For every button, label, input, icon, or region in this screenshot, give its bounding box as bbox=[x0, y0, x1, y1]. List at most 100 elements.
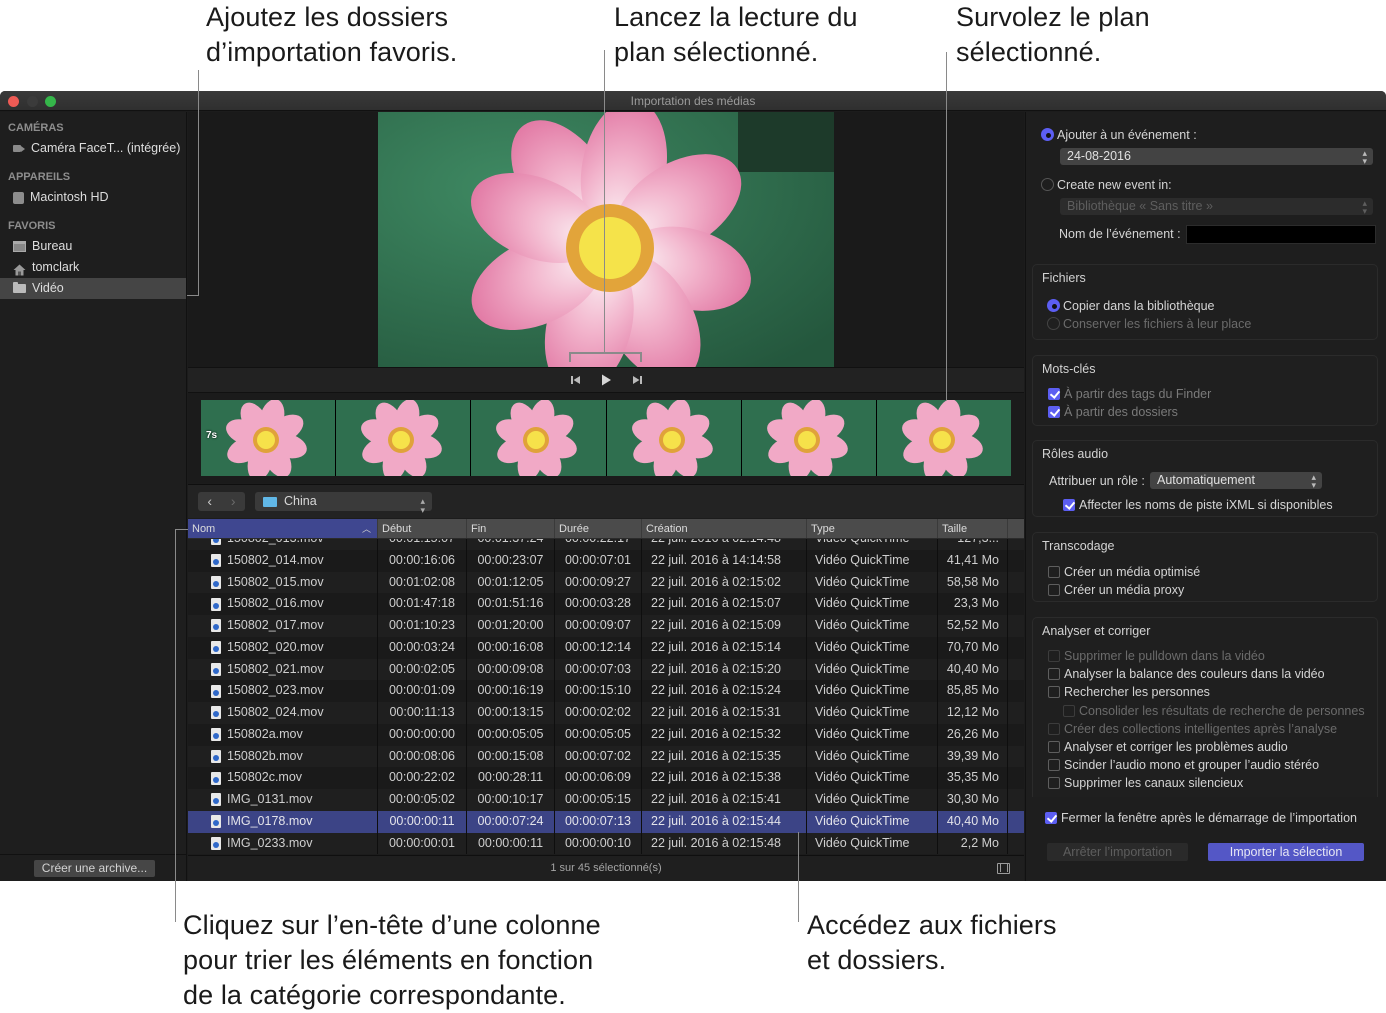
desktop-icon bbox=[13, 241, 26, 252]
analyze-option-checkbox[interactable]: Créer des collections intelligentes aprè… bbox=[1048, 722, 1337, 736]
table-row[interactable]: 150802_024.mov 00:00:11:13 00:00:13:15 00:0… bbox=[188, 702, 1024, 724]
checkbox-unchecked-icon bbox=[1048, 777, 1060, 790]
start-cell: 00:00:00:00 bbox=[378, 723, 467, 746]
up-down-chevron-icon: ▴ ▾ bbox=[420, 496, 425, 515]
callout-leader-line bbox=[640, 352, 642, 362]
filmstrip-frame[interactable] bbox=[876, 400, 1012, 476]
folders-keywords-checkbox[interactable]: À partir des dossiers bbox=[1048, 405, 1178, 419]
sidebar-item-tomclark[interactable]: tomclark bbox=[0, 257, 186, 278]
analyze-option-checkbox[interactable]: Analyser et corriger les problèmes audio bbox=[1048, 740, 1288, 754]
analyze-option-checkbox[interactable]: Scinder l’audio mono et grouper l’audio … bbox=[1048, 758, 1319, 772]
column-header-created[interactable]: Création bbox=[642, 519, 807, 538]
table-row[interactable]: IMG_0233.mov 00:00:00:01 00:00:00:11 00:00:… bbox=[188, 832, 1024, 855]
table-row[interactable]: 150802_015.mov 00:01:02:08 00:01:12:05 00:0… bbox=[188, 571, 1024, 594]
stop-import-button[interactable]: Arrêter l’importation bbox=[1047, 843, 1188, 861]
event-name-field[interactable] bbox=[1186, 225, 1376, 244]
file-name: 150802_021.mov bbox=[227, 661, 324, 676]
checkbox-unchecked-icon bbox=[1063, 704, 1075, 717]
size-cell: 40,40 Mo bbox=[938, 810, 1008, 833]
file-name: IMG_0131.mov bbox=[227, 792, 313, 806]
column-header-name[interactable]: Nom ︿ bbox=[188, 519, 378, 538]
table-row[interactable]: 150802_021.mov 00:00:02:05 00:00:09:08 00:0… bbox=[188, 658, 1024, 681]
table-row[interactable]: 150802_023.mov 00:00:01:09 00:00:16:19 00:0… bbox=[188, 680, 1024, 702]
callout-browse: Accédez aux fichiers et dossiers. bbox=[807, 908, 1057, 978]
type-cell: Vidéo QuickTime bbox=[807, 767, 938, 789]
column-header-size[interactable]: Taille bbox=[938, 519, 1008, 538]
size-cell: 40,40 Mo bbox=[938, 658, 1008, 681]
filmstrip-frame[interactable] bbox=[336, 400, 471, 476]
filmstrip-frame[interactable] bbox=[741, 400, 876, 476]
leave-in-place-option[interactable]: Conserver les fichiers à leur place bbox=[1047, 317, 1251, 331]
column-header-duration[interactable]: Durée bbox=[555, 519, 642, 538]
row-filler bbox=[1008, 746, 1024, 768]
proxy-media-checkbox[interactable]: Créer un média proxy bbox=[1048, 583, 1184, 597]
camera-icon bbox=[13, 145, 25, 152]
end-cell: 00:00:10:17 bbox=[467, 789, 555, 811]
analyze-option-checkbox[interactable]: Rechercher les personnes bbox=[1048, 685, 1210, 699]
zoom-window-button[interactable] bbox=[45, 96, 56, 107]
table-row[interactable]: IMG_0131.mov 00:00:05:02 00:00:10:17 00:00:… bbox=[188, 789, 1024, 811]
forward-button[interactable]: › bbox=[222, 492, 246, 511]
file-list: Nom ︿ Début Fin Durée Création Type Tail… bbox=[188, 519, 1024, 855]
skip-forward-icon[interactable] bbox=[630, 373, 644, 387]
clip-preview[interactable] bbox=[378, 112, 834, 367]
ixml-checkbox[interactable]: Affecter les noms de piste iXML si dispo… bbox=[1063, 498, 1333, 512]
file-name-cell: 150802_017.mov bbox=[188, 615, 378, 637]
keywords-group: Mots-clés À partir des tags du Finder À … bbox=[1032, 355, 1378, 426]
table-row[interactable]: 150802_014.mov 00:00:16:06 00:00:23:07 00:0… bbox=[188, 549, 1024, 572]
file-name: 150802_014.mov bbox=[227, 552, 324, 567]
minimize-window-button[interactable] bbox=[27, 96, 38, 107]
filmstrip-frame[interactable]: 7s bbox=[201, 400, 336, 476]
finder-tags-checkbox[interactable]: À partir des tags du Finder bbox=[1048, 387, 1211, 401]
sidebar-item-facetime-camera[interactable]: Caméra FaceT... (intégrée) bbox=[0, 138, 186, 159]
column-header-start[interactable]: Début bbox=[378, 519, 467, 538]
analyze-option-checkbox[interactable]: Supprimer les canaux silencieux bbox=[1048, 776, 1243, 790]
table-row[interactable]: 150802a.mov 00:00:00:00 00:00:05:05 00:00:0… bbox=[188, 723, 1024, 746]
assign-role-popup[interactable]: Automatiquement ▴ ▾ bbox=[1150, 472, 1322, 490]
close-window-button[interactable] bbox=[8, 96, 19, 107]
lotus-thumbnail bbox=[606, 400, 741, 476]
analyze-option-checkbox[interactable]: Consolider les résultats de recherche de… bbox=[1063, 704, 1365, 718]
filmstrip-frame[interactable] bbox=[471, 400, 606, 476]
folder-popup[interactable]: China ▴ ▾ bbox=[255, 492, 432, 515]
analyze-option-label: Scinder l’audio mono et grouper l’audio … bbox=[1064, 758, 1320, 773]
column-header-type[interactable]: Type bbox=[807, 519, 938, 538]
column-header-end[interactable]: Fin bbox=[467, 519, 555, 538]
table-row[interactable]: 150802_017.mov 00:01:10:23 00:01:20:00 00:0… bbox=[188, 615, 1024, 637]
sidebar-item-label: Bureau bbox=[32, 239, 73, 253]
table-row[interactable]: 150802_016.mov 00:01:47:18 00:01:51:16 00:0… bbox=[188, 593, 1024, 615]
library-popup[interactable]: Bibliothèque « Sans titre » ▴ ▾ bbox=[1060, 198, 1373, 216]
filmstrip-frame[interactable] bbox=[606, 400, 741, 476]
skip-back-icon[interactable] bbox=[569, 373, 583, 387]
import-selected-button[interactable]: Importer la sélection bbox=[1208, 843, 1364, 861]
start-cell: 00:00:22:02 bbox=[378, 767, 467, 789]
create-archive-button[interactable]: Créer une archive... bbox=[34, 860, 155, 877]
movie-file-icon bbox=[211, 771, 221, 785]
analyze-option-checkbox[interactable]: Analyser la balance des couleurs dans la… bbox=[1048, 667, 1325, 681]
back-button[interactable]: ‹ bbox=[198, 492, 222, 511]
table-row[interactable]: 150802c.mov 00:00:22:02 00:00:28:11 00:00:0… bbox=[188, 767, 1024, 789]
create-event-option[interactable]: Create new event in: bbox=[1041, 178, 1172, 192]
checkbox-checked-icon bbox=[1063, 499, 1075, 511]
analyze-option-checkbox[interactable]: Supprimer le pulldown dans la vidéo bbox=[1048, 649, 1265, 663]
filmstrip-view-icon[interactable] bbox=[997, 863, 1010, 874]
sidebar-item-bureau[interactable]: Bureau bbox=[0, 236, 186, 257]
add-to-event-option[interactable]: Ajouter à un événement : bbox=[1041, 128, 1197, 142]
analyze-option-label: Consolider les résultats de recherche de… bbox=[1079, 703, 1365, 718]
filmstrip[interactable]: 7s bbox=[201, 400, 1012, 476]
sidebar-item-macintosh-hd[interactable]: Macintosh HD bbox=[0, 187, 186, 208]
table-row[interactable]: IMG_0178.mov 00:00:00:11 00:00:07:24 00:00:… bbox=[188, 810, 1024, 833]
assign-role-value: Automatiquement bbox=[1157, 473, 1255, 487]
optimized-media-checkbox[interactable]: Créer un média optimisé bbox=[1048, 565, 1200, 579]
table-row[interactable]: 150802b.mov 00:00:08:06 00:00:15:08 00:00:0… bbox=[188, 745, 1024, 768]
duration-cell: 00:00:02:02 bbox=[555, 702, 642, 724]
event-popup[interactable]: 24-08-2016 ▴ ▾ bbox=[1060, 148, 1373, 166]
table-row[interactable]: 150802_020.mov 00:00:03:24 00:00:16:08 00:0… bbox=[188, 636, 1024, 659]
close-after-import-checkbox[interactable]: Fermer la fenêtre après le démarrage de … bbox=[1045, 811, 1357, 825]
callout-line: et dossiers. bbox=[807, 945, 947, 975]
checkbox-unchecked-icon bbox=[1048, 566, 1060, 578]
file-name-cell: 150802c.mov bbox=[188, 767, 378, 789]
play-icon[interactable] bbox=[599, 373, 613, 387]
copy-to-library-option[interactable]: Copier dans la bibliothèque bbox=[1047, 299, 1215, 313]
sidebar-item-video[interactable]: Vidéo bbox=[0, 278, 186, 299]
